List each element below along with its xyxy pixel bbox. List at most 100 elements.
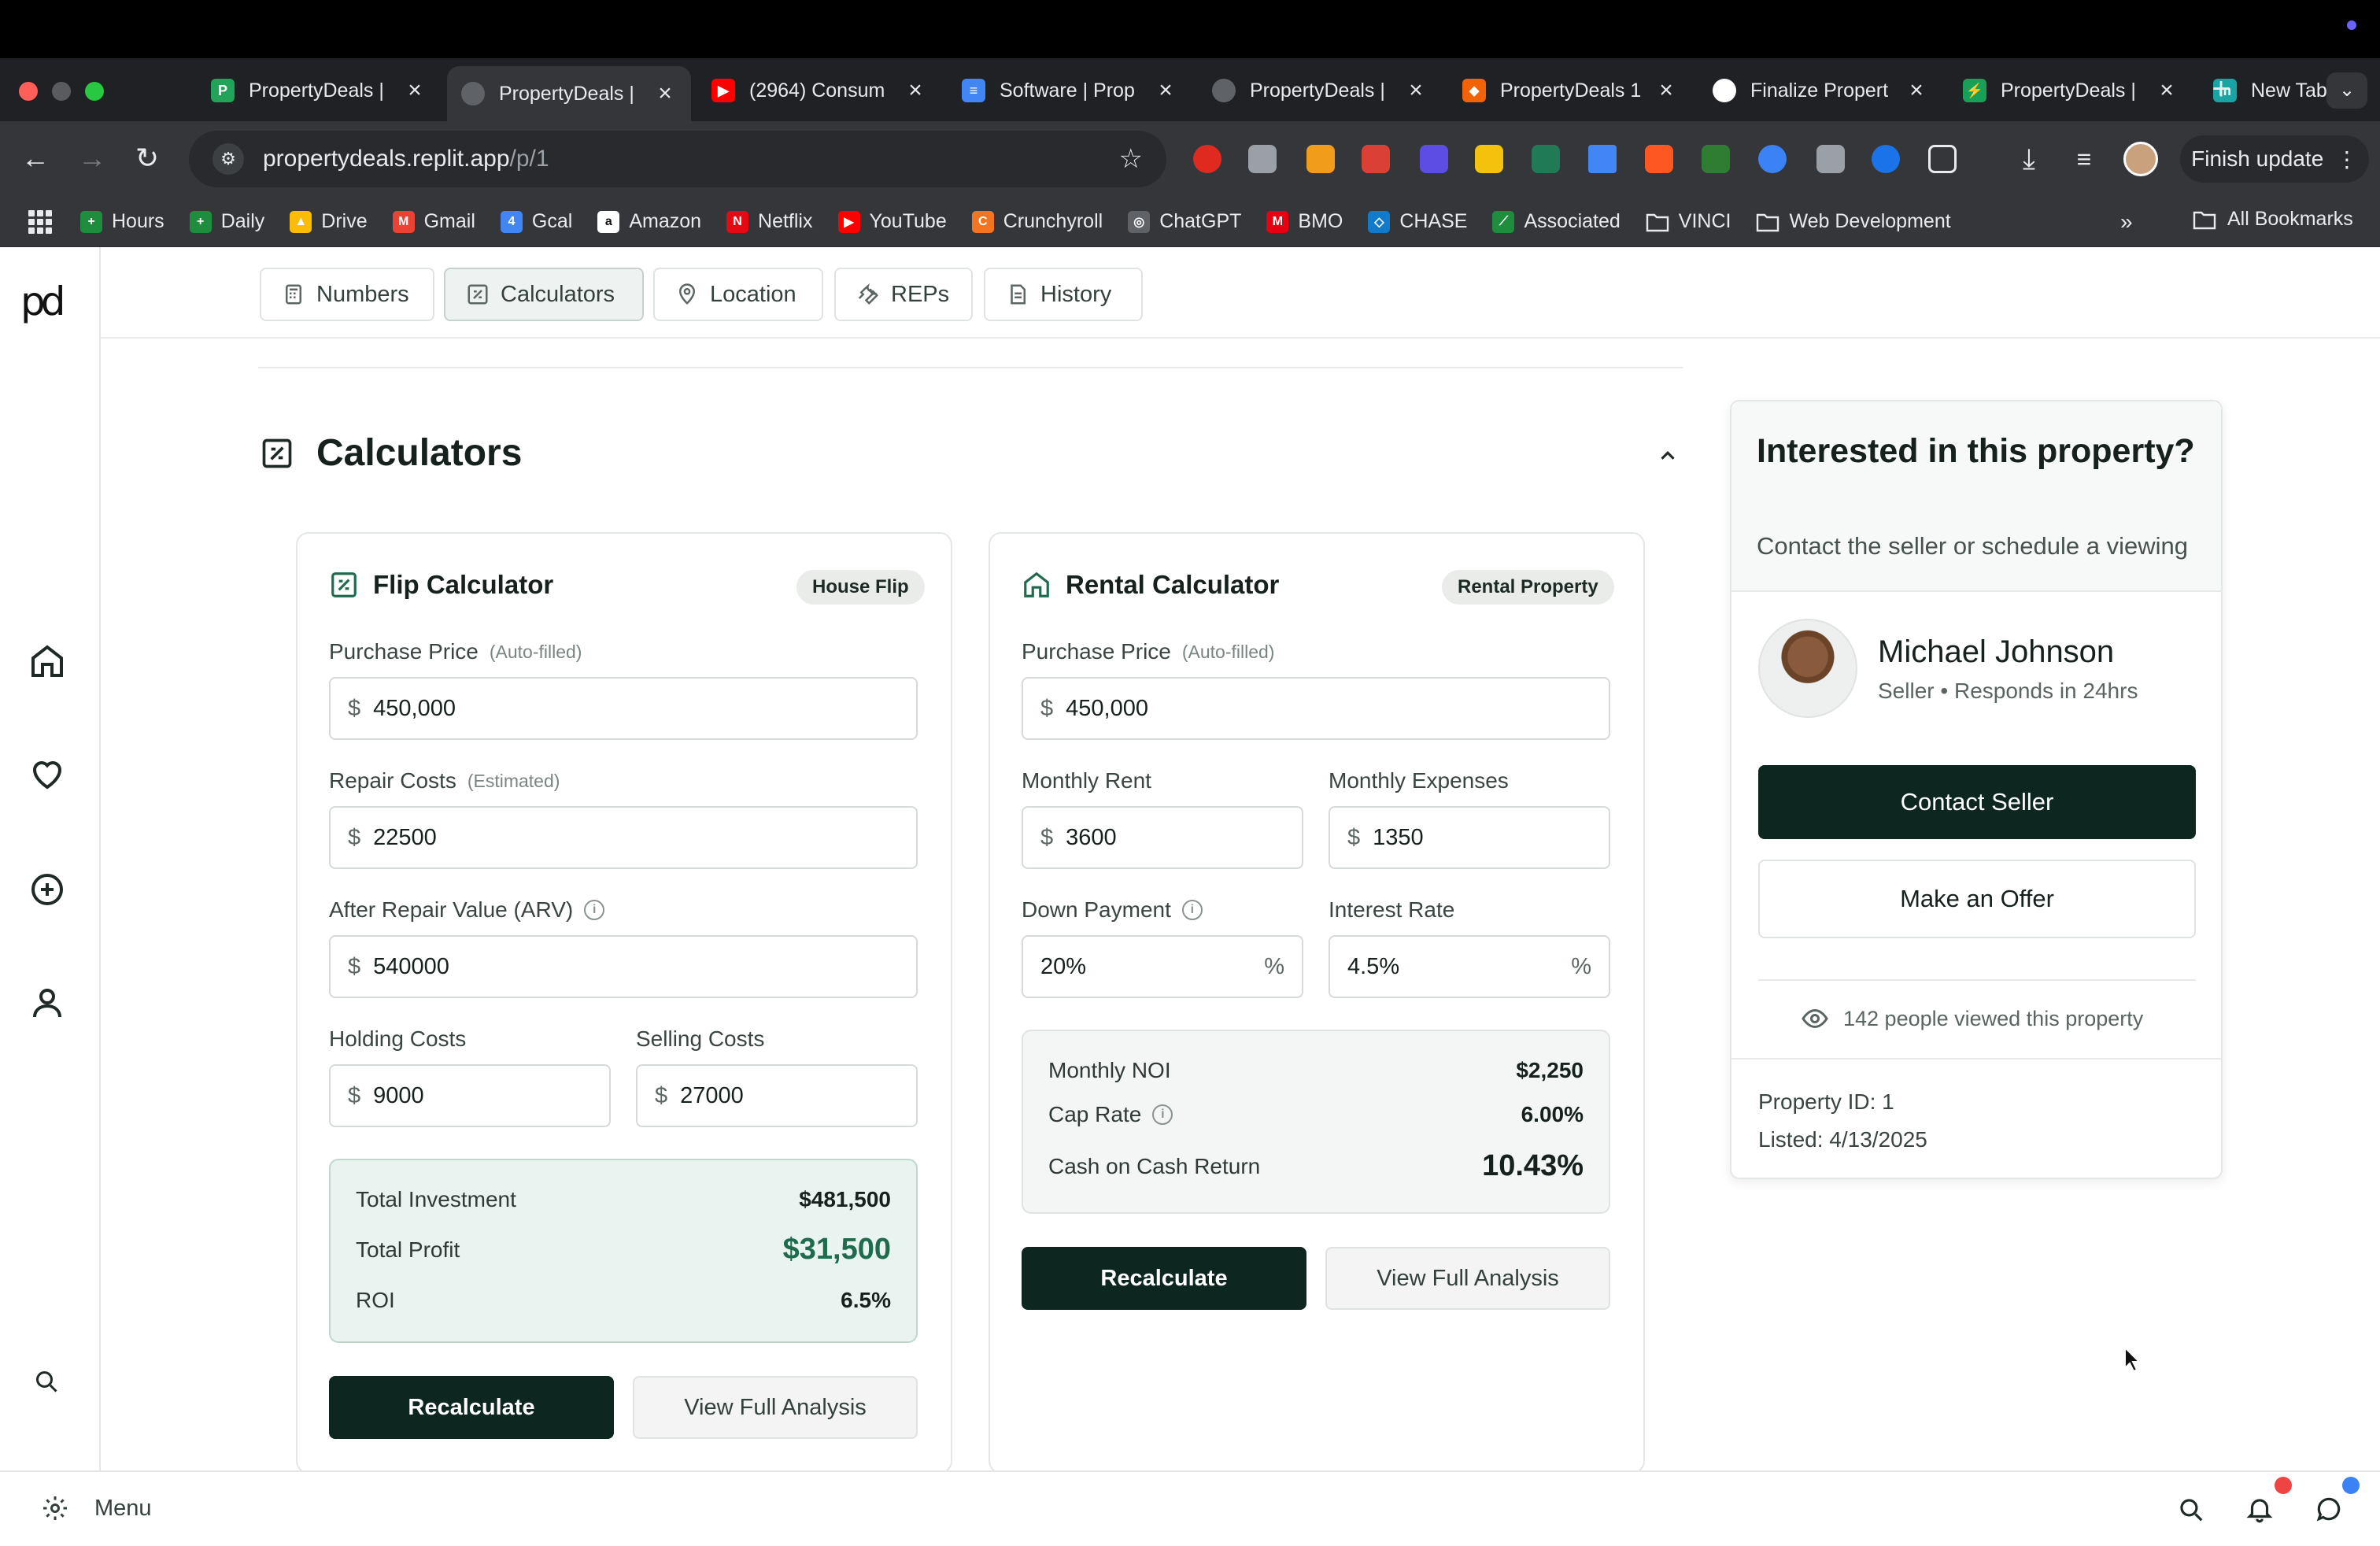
rental-view-analysis-button[interactable]: View Full Analysis	[1325, 1247, 1610, 1310]
tab-history[interactable]: History	[984, 268, 1143, 321]
bell-icon[interactable]	[2245, 1494, 2275, 1524]
browser-tab[interactable]: ⚡ PropertyDeals | ×	[1949, 66, 2193, 115]
flip-view-analysis-button[interactable]: View Full Analysis	[633, 1376, 918, 1439]
browser-tab[interactable]: PropertyDeals | ×	[1198, 66, 1442, 115]
bookmark-item[interactable]: C Crunchyroll	[971, 210, 1103, 233]
extension-icon[interactable]	[1475, 145, 1503, 173]
browser-tab[interactable]: PropertyDeals | ×	[447, 66, 691, 121]
monthly-rent-input[interactable]: $3600	[1022, 806, 1303, 869]
bookmark-star-icon[interactable]: ☆	[1119, 143, 1143, 175]
pen-icon[interactable]	[1588, 145, 1617, 173]
search-icon[interactable]	[31, 1367, 76, 1411]
extensions-puzzle-icon[interactable]	[1928, 145, 1957, 173]
tab-close-icon[interactable]: ×	[1654, 77, 1678, 104]
info-icon[interactable]: i	[1181, 900, 1203, 920]
add-circle-icon[interactable]	[28, 871, 72, 915]
todoist-icon[interactable]	[1362, 145, 1390, 173]
interest-heading: Interested in this property?	[1757, 432, 2195, 470]
app-logo[interactable]: pd	[20, 279, 79, 324]
make-offer-button[interactable]: Make an Offer	[1758, 860, 2196, 938]
forward-icon[interactable]: →	[72, 139, 112, 178]
more-bookmarks-icon[interactable]: »	[2120, 209, 2133, 235]
extension-hand-icon[interactable]	[1193, 145, 1221, 173]
flip-purchase-price-input[interactable]: $450,000	[329, 677, 918, 740]
finish-update-button[interactable]: Finish update ⋮	[2180, 135, 2369, 183]
extension-icon[interactable]	[1816, 145, 1845, 173]
tab-search-button[interactable]: ⌄	[2326, 72, 2367, 109]
browser-tab[interactable]: Finalize Propert ×	[1698, 66, 1942, 115]
heart-icon[interactable]	[28, 756, 72, 800]
browser-tab[interactable]: ⬥ PropertyDeals 1 ×	[1448, 66, 1692, 115]
rental-purchase-price-input[interactable]: $450,000	[1022, 677, 1610, 740]
extension-icon[interactable]	[1248, 145, 1277, 173]
extension-icon[interactable]	[1758, 145, 1787, 173]
tab-close-icon[interactable]: ×	[403, 77, 427, 104]
profile-avatar[interactable]	[2123, 142, 2158, 176]
reload-icon[interactable]: ↻	[128, 139, 167, 178]
extension-icon[interactable]	[1872, 145, 1900, 173]
user-icon[interactable]	[28, 984, 72, 1028]
bookmark-item[interactable]: N Netflix	[726, 210, 813, 233]
browser-tab[interactable]: P PropertyDeals | ×	[197, 66, 441, 115]
bookmark-item[interactable]: ▲ Drive	[290, 210, 368, 233]
bookmark-item[interactable]: ◇ CHASE	[1368, 210, 1467, 233]
chat-icon[interactable]	[2314, 1494, 2344, 1524]
down-payment-input[interactable]: 20%%	[1022, 935, 1303, 998]
bookmark-item[interactable]: M BMO	[1266, 210, 1343, 233]
tab-close-icon[interactable]: ×	[2155, 77, 2179, 104]
back-icon[interactable]: ←	[16, 139, 55, 178]
contact-seller-button[interactable]: Contact Seller	[1758, 765, 2196, 839]
bookmark-item[interactable]: ▶ YouTube	[837, 210, 947, 233]
chevron-up-icon[interactable]	[1656, 444, 1680, 468]
tab-numbers[interactable]: Numbers	[260, 268, 434, 321]
bookmark-item[interactable]: Web Development	[1756, 210, 1951, 233]
window-zoom-button[interactable]	[85, 82, 104, 101]
bookmark-item[interactable]: + Hours	[80, 210, 164, 233]
download-icon[interactable]: ⤓	[2015, 145, 2043, 173]
address-bar[interactable]: ⚙ propertydeals.replit.app/p/1 ☆	[189, 131, 1166, 187]
tab-close-icon[interactable]: ×	[1905, 77, 1928, 104]
site-info-icon[interactable]: ⚙	[213, 143, 244, 175]
extension-icon[interactable]	[1306, 145, 1335, 173]
window-close-button[interactable]	[19, 82, 38, 101]
repair-costs-input[interactable]: $22500	[329, 806, 918, 869]
extension-icon[interactable]	[1645, 145, 1673, 173]
extension-icon[interactable]	[1532, 145, 1560, 173]
bookmark-item[interactable]: M Gmail	[392, 210, 475, 233]
tab-location[interactable]: Location	[653, 268, 823, 321]
bookmark-item[interactable]: VINCI	[1646, 210, 1731, 233]
bookmark-item[interactable]: ◎ ChatGPT	[1128, 210, 1241, 233]
new-tab-button[interactable]: +	[2204, 72, 2238, 107]
bookmark-item[interactable]: ⟋ Associated	[1492, 210, 1621, 233]
monthly-expenses-input[interactable]: $1350	[1329, 806, 1610, 869]
apps-grid-icon[interactable]	[28, 209, 52, 234]
extension-badge-icon[interactable]	[1702, 145, 1730, 173]
home-icon[interactable]	[28, 642, 72, 686]
menu-button[interactable]: Menu	[94, 1496, 152, 1522]
bookmark-item[interactable]: + Daily	[189, 210, 264, 233]
info-icon[interactable]: i	[1152, 1104, 1173, 1125]
browser-tab[interactable]: ▶ (2964) Consum ×	[697, 66, 941, 115]
arv-input[interactable]: $540000	[329, 935, 918, 998]
tab-calculators[interactable]: Calculators	[444, 268, 644, 321]
search-icon[interactable]	[2175, 1494, 2205, 1524]
selling-costs-input[interactable]: $27000	[636, 1064, 918, 1127]
gear-icon[interactable]	[41, 1494, 69, 1522]
extension-icon[interactable]	[1420, 145, 1448, 173]
all-bookmarks-folder[interactable]: All Bookmarks	[2193, 208, 2353, 231]
window-minimize-button[interactable]	[52, 82, 71, 101]
media-controls-icon[interactable]: ≡	[2070, 145, 2098, 173]
info-icon[interactable]: i	[584, 900, 605, 920]
bookmark-item[interactable]: a Amazon	[597, 210, 701, 233]
tab-close-icon[interactable]: ×	[653, 80, 677, 107]
interest-rate-input[interactable]: 4.5%%	[1329, 935, 1610, 998]
flip-recalculate-button[interactable]: Recalculate	[329, 1376, 614, 1439]
browser-tab[interactable]: ≡ Software | Prop ×	[948, 66, 1192, 115]
tab-close-icon[interactable]: ×	[904, 77, 927, 104]
rental-recalculate-button[interactable]: Recalculate	[1022, 1247, 1306, 1310]
bookmark-item[interactable]: 4 Gcal	[500, 210, 572, 233]
holding-costs-input[interactable]: $9000	[329, 1064, 611, 1127]
tab-close-icon[interactable]: ×	[1404, 77, 1428, 104]
tab-reps[interactable]: REPs	[834, 268, 973, 321]
tab-close-icon[interactable]: ×	[1154, 77, 1177, 104]
